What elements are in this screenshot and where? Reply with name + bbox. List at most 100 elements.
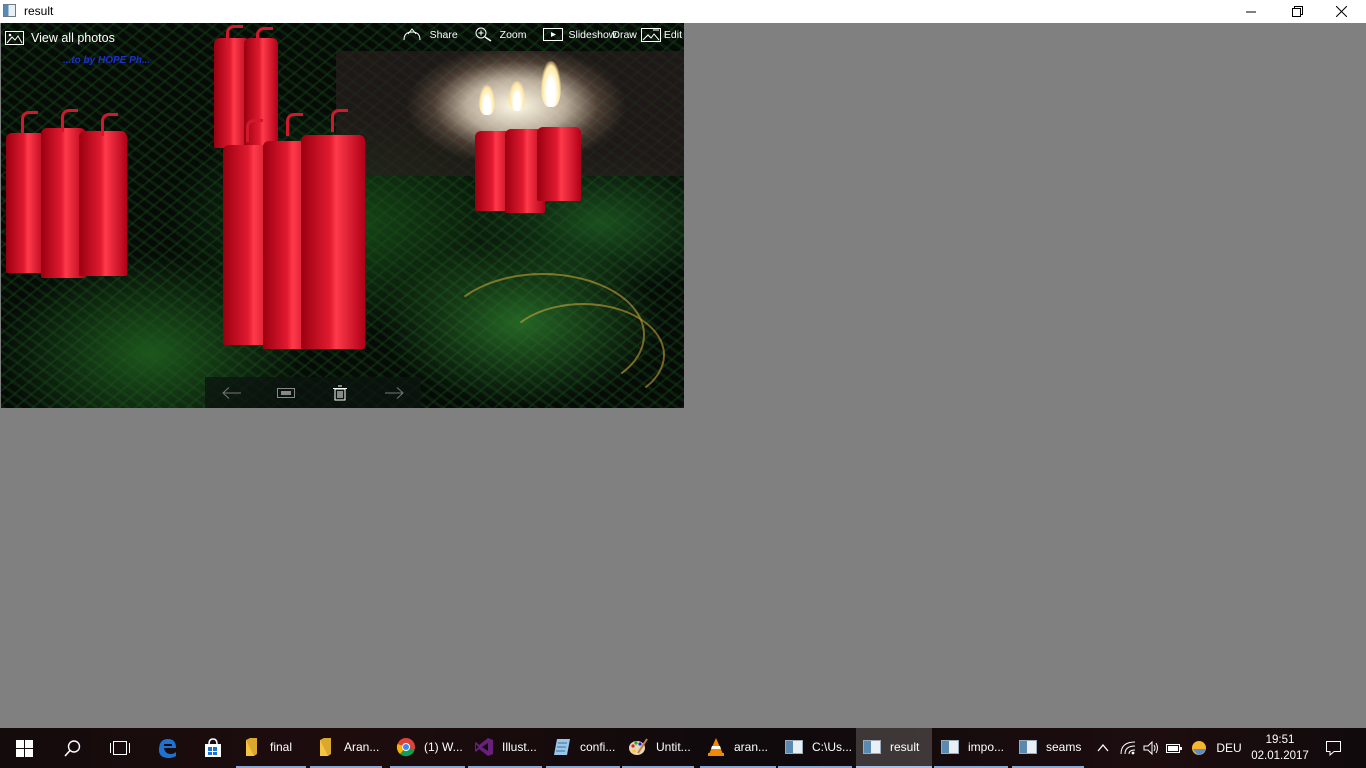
edit-icon (640, 27, 661, 42)
task-final[interactable]: final (236, 728, 306, 768)
candle-wick (61, 109, 78, 132)
network-tray-button[interactable] (1116, 728, 1140, 768)
window-client-area: ...to by HOPE Ph... View all photos Shar… (0, 23, 1366, 728)
task-label: Aran... (344, 740, 380, 754)
windows-logo-icon (15, 739, 33, 757)
task-cmd-window[interactable]: C:\Us... (778, 728, 852, 768)
delete-button[interactable] (325, 381, 355, 405)
store-button[interactable] (190, 728, 236, 768)
chrome-icon (396, 738, 415, 757)
clock-date: 02.01.2017 (1251, 750, 1309, 762)
volume-tray-button[interactable] (1140, 728, 1162, 768)
task-paint[interactable]: Untit... (622, 728, 694, 768)
visual-studio-icon (475, 738, 493, 756)
task-seams-window[interactable]: seams (1012, 728, 1084, 768)
task-label: final (270, 740, 293, 754)
viewer-top-bar: View all photos Share Zoom Slideshow Dra… (1, 23, 684, 51)
task-label: impo... (968, 740, 1005, 754)
search-button[interactable] (48, 728, 96, 768)
viewer-toolbar: Share Zoom Slideshow Draw Edit (386, 27, 682, 42)
draw-label: Draw (612, 28, 637, 41)
paint-icon (629, 738, 648, 755)
folder-icon (320, 738, 331, 756)
language-indicator[interactable]: DEU (1212, 728, 1246, 768)
viewer-nav-bar (205, 377, 421, 408)
task-label: Illust... (502, 740, 537, 754)
gold-ribbon (501, 303, 665, 407)
app-window-icon (3, 4, 16, 17)
chevron-up-icon (1097, 744, 1109, 752)
weather-icon (1192, 741, 1206, 755)
task-visual-studio[interactable]: Illust... (468, 728, 542, 768)
view-all-photos-label: View all photos (31, 31, 115, 45)
start-button[interactable] (0, 728, 48, 768)
candle (6, 133, 46, 273)
show-hidden-icons-button[interactable] (1092, 728, 1114, 768)
task-chrome[interactable]: (1) W... (390, 728, 465, 768)
task-label: Untit... (656, 740, 691, 754)
clock[interactable]: 19:51 02.01.2017 (1248, 732, 1312, 764)
edit-button[interactable]: Edit (640, 27, 682, 42)
minimize-button[interactable] (1228, 0, 1274, 23)
candle-wick (286, 113, 303, 136)
task-impo-window[interactable]: impo... (934, 728, 1008, 768)
edit-label: Edit (663, 28, 682, 41)
edge-button[interactable] (144, 728, 190, 768)
language-label: DEU (1216, 741, 1242, 755)
restore-button[interactable] (1274, 0, 1320, 23)
taskbar: final Aran... (1) W... Illust... confi..… (0, 728, 1366, 768)
edge-icon (159, 739, 176, 758)
candle-flame (509, 81, 525, 111)
view-all-photos-button[interactable]: View all photos (5, 31, 115, 45)
battery-icon (1166, 744, 1182, 753)
zoom-label: Zoom (499, 28, 527, 41)
task-label: result (890, 740, 920, 754)
task-result-window[interactable]: result (856, 728, 932, 768)
window-titlebar[interactable]: result (0, 0, 1366, 23)
share-icon (403, 27, 421, 40)
photo-image[interactable]: ...to by HOPE Ph... View all photos Shar… (1, 23, 684, 408)
candle-flame (479, 85, 495, 115)
battery-tray-button[interactable] (1163, 728, 1185, 768)
clock-time: 19:51 (1265, 734, 1295, 746)
slideshow-nav-button[interactable] (271, 381, 301, 405)
speaker-icon (1143, 741, 1158, 755)
task-label: seams (1046, 740, 1082, 754)
zoom-button[interactable]: Zoom (474, 27, 527, 42)
store-icon (205, 738, 221, 757)
candle-wick (246, 119, 263, 142)
task-label: (1) W... (424, 740, 463, 754)
task-label: C:\Us... (812, 740, 853, 754)
task-view-icon (110, 741, 130, 755)
restore-icon (1291, 6, 1303, 17)
close-icon (1335, 6, 1347, 17)
search-icon (63, 739, 80, 757)
draw-button[interactable]: Draw (612, 29, 637, 41)
task-aran-folder[interactable]: Aran... (310, 728, 382, 768)
task-vlc[interactable]: aran... (700, 728, 776, 768)
next-button[interactable] (379, 381, 409, 405)
wifi-icon (1120, 741, 1136, 755)
window-icon (1019, 740, 1037, 754)
candle (301, 135, 365, 349)
weather-tray-button[interactable] (1187, 728, 1211, 768)
arrow-left-icon (222, 386, 241, 399)
slideshow-icon (277, 387, 295, 398)
close-button[interactable] (1318, 0, 1364, 23)
share-button[interactable]: Share (402, 27, 458, 42)
window-icon (941, 740, 959, 754)
candle-wick (101, 113, 118, 136)
vlc-icon (708, 738, 724, 756)
slideshow-button[interactable]: Slideshow (542, 28, 616, 41)
candle (537, 127, 581, 201)
task-view-button[interactable] (96, 728, 144, 768)
task-config-editor[interactable]: confi... (546, 728, 620, 768)
share-label: Share (429, 28, 458, 41)
window-title: result (24, 4, 54, 18)
action-center-button[interactable] (1318, 728, 1348, 768)
folder-icon (246, 738, 257, 756)
candle-wick (331, 109, 348, 132)
zoom-icon (475, 27, 492, 42)
previous-button[interactable] (217, 381, 247, 405)
trash-icon (333, 385, 347, 400)
